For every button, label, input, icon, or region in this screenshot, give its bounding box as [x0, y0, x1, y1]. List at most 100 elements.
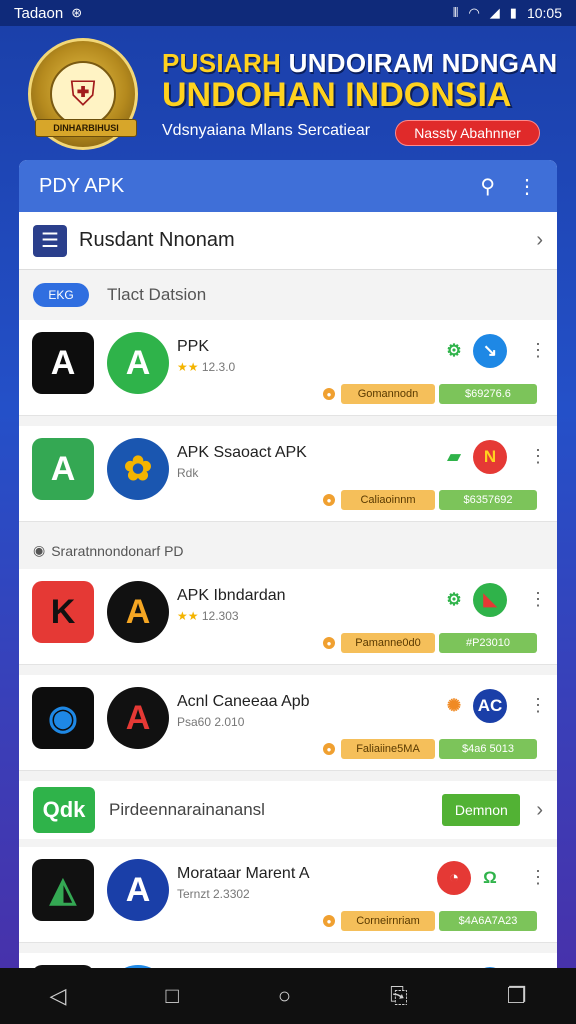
app-rating: Ternzt 2.3302	[177, 887, 250, 901]
coin-icon: ●	[323, 388, 335, 400]
app-list-item[interactable]: K A APK Ibndardan ★★ 12.303 ⚙ ◣ ⋮ ● Pama…	[19, 569, 557, 665]
download-pill[interactable]: $69276.6	[439, 384, 537, 404]
app-icon: K	[32, 581, 94, 643]
item-overflow-icon[interactable]: ⋮	[529, 340, 547, 361]
app-list-item[interactable]: ◭ A Morataar Marent A Ternzt 2.3302 ◔ Ω …	[19, 847, 557, 943]
promo-logo: Qdk	[33, 787, 95, 833]
download-pill[interactable]: $4A6A7A23	[439, 911, 537, 931]
promo-banner[interactable]: ⛨ DINHARBIHUSI PUSIARH UNDOIRAM NDNGAN U…	[0, 26, 576, 160]
app-rating: Rdk	[177, 466, 198, 480]
promo-button[interactable]: Demnon	[442, 794, 521, 826]
app-icon: A	[32, 438, 94, 500]
download-pill[interactable]: #P23010	[439, 633, 537, 653]
chevron-right-icon: ›	[536, 798, 543, 821]
home-icon[interactable]: ○	[278, 983, 291, 1009]
item-overflow-icon[interactable]: ⋮	[529, 589, 547, 610]
promo-row[interactable]: Qdk Pirdeennarainanansl Demnon ›	[19, 781, 557, 839]
item-overflow-icon[interactable]: ⋮	[529, 867, 547, 888]
section-label-text: Sraratnnondonarf PD	[51, 542, 184, 559]
search-icon[interactable]: ⚲	[480, 174, 495, 199]
banner-title-yellow: PUSIARH	[162, 48, 282, 78]
app-rating: ★★ 12.303	[177, 609, 239, 623]
banner-title-line2: UNDOHAN INDONSIA	[162, 76, 512, 114]
filter-row: EKG Tlact Datsion	[19, 270, 557, 320]
hamburger-icon[interactable]: ☰	[33, 224, 67, 257]
app-icon: ◭	[32, 859, 94, 921]
app-secondary-icon: ✿	[107, 438, 169, 500]
chevron-right-icon: ›	[536, 229, 543, 251]
app-icon: A	[32, 332, 94, 394]
coin-icon: ●	[323, 743, 335, 755]
app-bar-title: PDY APK	[39, 174, 125, 197]
banner-title-line1: PUSIARH UNDOIRAM NDNGAN	[162, 48, 557, 79]
app-list-group-1: A A PPK ★★ 12.3.0 ⚙ ↘ ⋮ ● Gomannodn $692…	[19, 320, 557, 771]
banner-cta-button[interactable]: Nassty Abahnner	[395, 120, 540, 146]
category-pill: Caliaoinnm	[341, 490, 435, 510]
coin-icon: ●	[323, 637, 335, 649]
app-rating-value: Ternzt 2.3302	[177, 887, 250, 901]
app-list-item[interactable]: A ✿ APK Ssaoact APK Rdk ▰ N ⋮ ● Caliaoin…	[19, 426, 557, 522]
download-pill[interactable]: $6357692	[439, 490, 537, 510]
app-secondary-icon: A	[107, 581, 169, 643]
category-label: Rusdant Nnonam	[79, 229, 235, 251]
banner-title-white: UNDOIRAM NDNGAN	[288, 48, 558, 78]
coin-icon: ●	[323, 915, 335, 927]
app-rating-value: 12.303	[201, 609, 239, 623]
coin-icon: ●	[323, 494, 335, 506]
section-label: ◉ Sraratnnondonarf PD	[19, 532, 557, 569]
category-pill: Corneirnriam	[341, 911, 435, 931]
publisher-badge-icon: N	[473, 440, 507, 474]
app-list-group-2: ◭ A Morataar Marent A Ternzt 2.3302 ◔ Ω …	[19, 847, 557, 980]
android-badge-icon: ◔	[437, 861, 471, 895]
download-pill[interactable]: $4a6 5013	[439, 739, 537, 759]
app-rating: Psa60 2.010	[177, 715, 244, 729]
app-rating-value: Rdk	[177, 466, 199, 480]
app-secondary-icon: A	[107, 687, 169, 749]
battery-icon: ▮	[509, 5, 517, 20]
app-bar: PDY APK ⚲ ⋮	[19, 160, 557, 212]
share-icon[interactable]: ⎘	[390, 983, 408, 1009]
app-name: APK Ssaoact APK	[177, 444, 307, 461]
split-screen-icon[interactable]: ❐	[507, 983, 527, 1009]
app-secondary-icon: A	[107, 859, 169, 921]
app-name: Morataar Marent A	[177, 865, 310, 882]
app-list-item[interactable]: ◉ A Acnl Caneeaa Apb Psa60 2.010 ✺ AC ⋮ …	[19, 675, 557, 771]
app-name: PPK	[177, 338, 210, 355]
publisher-badge-icon: ◣	[473, 583, 507, 617]
recents-square-icon[interactable]: □	[165, 983, 178, 1009]
filter-chip[interactable]: EKG	[33, 283, 89, 307]
shield-icon: ⛨	[50, 61, 116, 127]
vibrate-icon: ⦀	[452, 5, 459, 20]
emblem-ribbon: DINHARBIHUSI	[35, 119, 137, 137]
app-list-item[interactable]: A A PPK ★★ 12.3.0 ⚙ ↘ ⋮ ● Gomannodn $692…	[19, 320, 557, 416]
back-icon[interactable]: ◁	[50, 983, 67, 1009]
category-pill: Faliaiine5MA	[341, 739, 435, 759]
publisher-badge-icon: AC	[473, 689, 507, 723]
promo-label: Pirdeennarainanansl	[109, 800, 265, 819]
garuda-emblem-icon: ⛨ DINHARBIHUSI	[28, 38, 138, 150]
publisher-badge-icon: ↘	[473, 334, 507, 368]
app-list-card: PDY APK ⚲ ⋮ ☰ Rusdant Nnonam › EKG Tlact…	[19, 160, 557, 980]
app-rating: ★★ 12.3.0	[177, 360, 235, 374]
signal-icon: ◢	[489, 5, 500, 20]
android-badge-icon: ⚙	[437, 583, 471, 617]
status-bar: Tadaon ⊛ ⦀ ◠ ◢ ▮ 10:05	[0, 0, 576, 26]
overflow-menu-icon[interactable]: ⋮	[517, 174, 537, 199]
star-rating-icon: ★★	[177, 609, 199, 623]
app-icon: ◉	[32, 687, 94, 749]
android-badge-icon: ✺	[437, 689, 471, 723]
status-carrier: Tadaon	[14, 4, 64, 22]
system-nav-bar: ◁ □ ○ ⎘ ❐	[0, 968, 576, 1024]
star-rating-icon: ★★	[177, 360, 199, 374]
android-badge-icon: ⚙	[437, 334, 471, 368]
android-badge-icon: ▰	[437, 440, 471, 474]
app-rating-value: Psa60 2.010	[177, 715, 245, 729]
category-menu-row[interactable]: ☰ Rusdant Nnonam ›	[19, 212, 557, 270]
screenshot-icon: ⊛	[71, 5, 83, 20]
item-overflow-icon[interactable]: ⋮	[529, 446, 547, 467]
info-icon: ◉	[33, 542, 46, 558]
wifi-icon: ◠	[468, 5, 480, 20]
item-overflow-icon[interactable]: ⋮	[529, 695, 547, 716]
app-rating-value: 12.3.0	[201, 360, 236, 374]
app-name: Acnl Caneeaa Apb	[177, 693, 310, 710]
